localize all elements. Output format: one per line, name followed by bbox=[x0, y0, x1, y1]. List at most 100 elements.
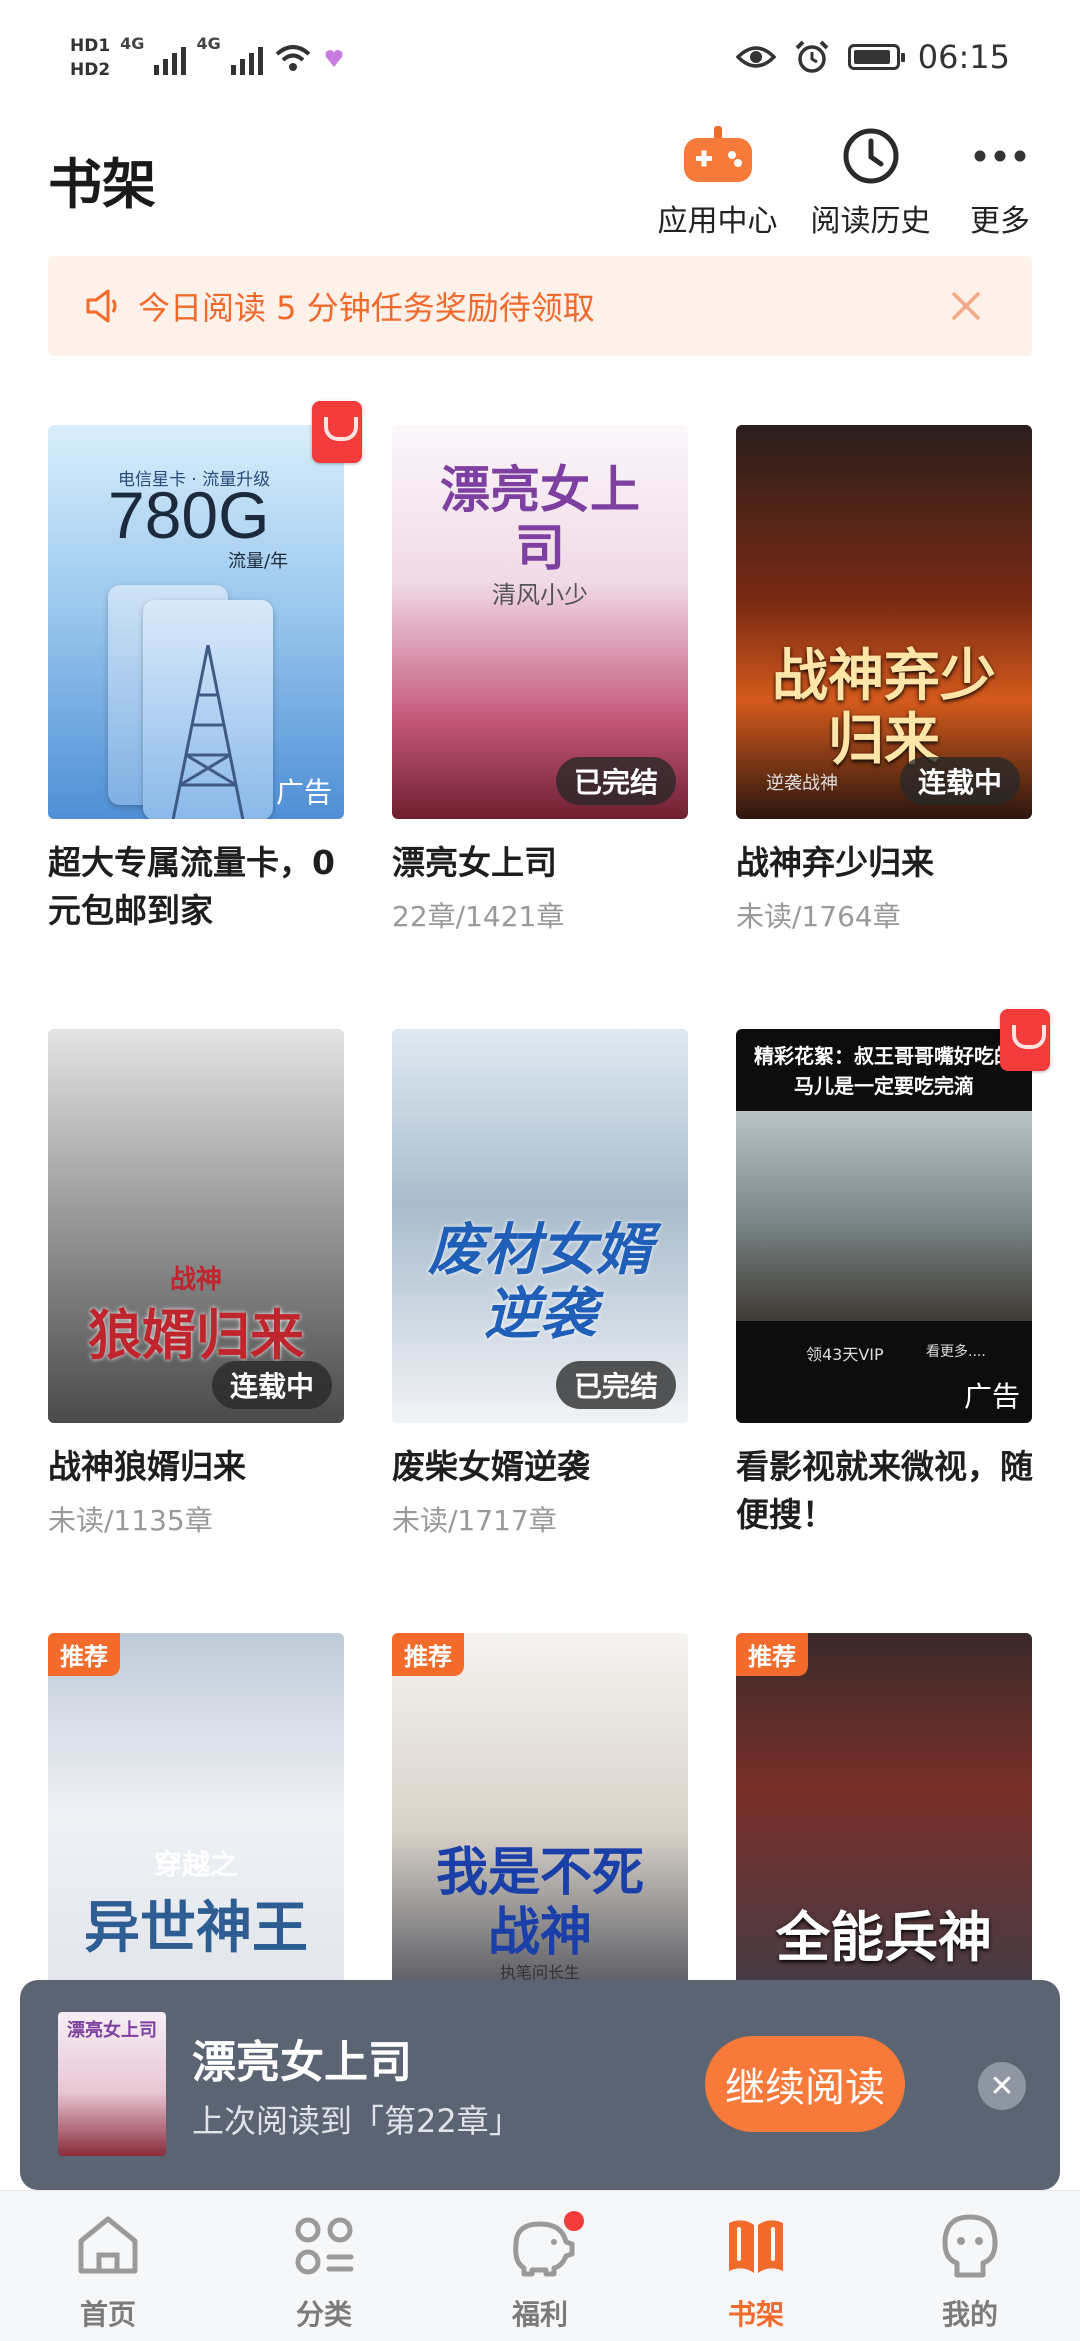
cover-subtext: 领43天VIP bbox=[806, 1345, 884, 1364]
gamepad-icon bbox=[683, 126, 752, 182]
category-icon bbox=[295, 2217, 354, 2275]
book-progress: 未读/1135章 bbox=[48, 1504, 213, 1537]
nav-label: 书架 bbox=[727, 2298, 784, 2331]
home-icon bbox=[78, 2216, 138, 2274]
cover-subtext: 逆袭战神 bbox=[766, 773, 838, 794]
cover-text: 780G bbox=[108, 478, 270, 552]
more-label: 更多 bbox=[970, 204, 1030, 239]
book-title: 看影视就来微视，随便搜！ bbox=[736, 1447, 1033, 1534]
book-cover[interactable]: 我是不死战神 执笔问长生 推荐 bbox=[392, 1633, 688, 2027]
hd1-label: HD1 bbox=[70, 36, 111, 56]
status-badge: 已完结 bbox=[555, 1361, 676, 1409]
recommended-badge: 推荐 bbox=[392, 1633, 464, 1676]
continue-reading-bar[interactable]: 漂亮女上司 漂亮女上司 上次阅读到「第22章」 继续阅读 ✕ bbox=[20, 1980, 1060, 2190]
cover-author: 清风小少 bbox=[492, 581, 588, 609]
tower-illustration bbox=[171, 645, 245, 819]
status-bar-right: 06:15 bbox=[735, 38, 1010, 76]
more-button[interactable]: 更多 bbox=[960, 120, 1040, 240]
nav-label: 首页 bbox=[79, 2298, 136, 2331]
book-cover[interactable]: 战神 狼婿归来 连载中 bbox=[48, 1029, 344, 1423]
signal-icon bbox=[154, 41, 187, 75]
reading-history-label: 阅读历史 bbox=[810, 204, 931, 239]
page-title: 书架 bbox=[48, 153, 156, 216]
cover-text: 漂亮女上司 bbox=[440, 461, 640, 577]
nav-item-bookshelf[interactable]: 书架 bbox=[686, 2205, 826, 2333]
book-progress: 未读/1764章 bbox=[736, 900, 901, 933]
video-frame-illustration bbox=[736, 1111, 1032, 1321]
nav-label: 福利 bbox=[511, 2298, 568, 2331]
continue-book-cover[interactable]: 漂亮女上司 bbox=[58, 2012, 166, 2156]
clock-icon bbox=[843, 128, 898, 184]
cover-text: 全能兵神 bbox=[776, 1906, 992, 1969]
recommended-badge: 推荐 bbox=[48, 1633, 120, 1676]
wifi-icon bbox=[275, 45, 311, 71]
nav-item-welfare[interactable]: 福利 bbox=[470, 2205, 610, 2333]
red-envelope-icon[interactable] bbox=[1000, 1009, 1050, 1071]
close-icon[interactable] bbox=[948, 288, 984, 324]
continue-book-progress: 上次阅读到「第22章」 bbox=[192, 2102, 521, 2140]
bookshelf-icon bbox=[729, 2220, 783, 2273]
cover-subtext: 穿越之 bbox=[153, 1848, 238, 1881]
cover-extra-text: 看更多.... bbox=[926, 1344, 986, 1360]
cover-text: 精彩花絮：叔王哥哥嘴好吃的马儿是一定要吃完滴 bbox=[754, 1044, 1014, 1098]
book-cover[interactable]: 废材女婿逆袭 已完结 bbox=[392, 1029, 688, 1423]
network-type-2: 4G bbox=[196, 34, 221, 53]
cover-text: 异世神王 bbox=[84, 1896, 308, 1961]
book-title: 超大专属流量卡，0元包邮到家 bbox=[48, 843, 335, 930]
notice-text: 今日阅读 5 分钟任务奖励待领取 bbox=[138, 289, 595, 327]
continue-reading-button[interactable]: 继续阅读 bbox=[705, 2036, 905, 2132]
reading-task-notice[interactable]: 今日阅读 5 分钟任务奖励待领取 bbox=[48, 256, 1032, 356]
app-center-button[interactable]: 应用中心 bbox=[655, 120, 780, 240]
book-cover[interactable]: 穿越之 异世神王 推荐 bbox=[48, 1633, 344, 2027]
ad-label: 广告 bbox=[963, 1380, 1020, 1413]
book-cover[interactable]: 电信星卡 · 流量升级 780G 流量/年 广告 bbox=[48, 425, 344, 819]
signal-icon bbox=[230, 41, 263, 75]
app-center-label: 应用中心 bbox=[657, 204, 778, 239]
eye-icon bbox=[735, 46, 776, 68]
continue-book-title: 漂亮女上司 bbox=[192, 2037, 412, 2088]
alarm-icon bbox=[795, 40, 829, 73]
book-title: 废柴女婿逆袭 bbox=[392, 1447, 590, 1486]
book-progress: 未读/1717章 bbox=[392, 1504, 557, 1537]
recommended-badge: 推荐 bbox=[736, 1633, 808, 1676]
app-notification-icon bbox=[325, 50, 343, 67]
red-envelope-icon[interactable] bbox=[312, 401, 362, 463]
cover-text: 废材女婿逆袭 bbox=[428, 1218, 652, 1347]
book-cover[interactable]: 精彩花絮：叔王哥哥嘴好吃的马儿是一定要吃完滴 领43天VIP 看更多.... 广… bbox=[736, 1029, 1032, 1423]
network-type-1: 4G bbox=[120, 34, 145, 53]
continue-cover-text: 漂亮女上司 bbox=[67, 2020, 157, 2041]
book-title: 漂亮女上司 bbox=[392, 843, 557, 882]
status-bar-left: HD1 HD2 4G 4G bbox=[70, 34, 345, 82]
cover-extra-text: 流量/年 bbox=[228, 551, 289, 572]
bottom-nav: 首页 分类 福利 书架 我的 bbox=[0, 2190, 1080, 2341]
speaker-icon bbox=[86, 289, 117, 323]
nav-label: 分类 bbox=[295, 2298, 352, 2331]
notification-dot bbox=[564, 2211, 584, 2231]
nav-item-profile[interactable]: 我的 bbox=[900, 2205, 1040, 2333]
more-dots-icon bbox=[974, 150, 1026, 162]
book-title: 战神狼婿归来 bbox=[48, 1447, 246, 1486]
book-title: 战神弃少归来 bbox=[736, 843, 934, 882]
status-badge: 连载中 bbox=[211, 1361, 332, 1409]
nav-item-home[interactable]: 首页 bbox=[38, 2205, 178, 2333]
book-cover[interactable]: 漂亮女上司 清风小少 已完结 bbox=[392, 425, 688, 819]
book-cover[interactable]: 战神弃少归来 逆袭战神 连载中 bbox=[736, 425, 1032, 819]
ad-label: 广告 bbox=[275, 776, 332, 809]
hd2-label: HD2 bbox=[70, 60, 111, 80]
cover-text: 我是不死战神 bbox=[435, 1843, 644, 1963]
status-badge: 已完结 bbox=[555, 757, 676, 805]
status-badge: 连载中 bbox=[899, 757, 1020, 805]
cover-text: 战神弃少归来 bbox=[772, 644, 996, 773]
book-cover[interactable]: 全能兵神 推荐 bbox=[736, 1633, 1032, 2027]
hd-indicator: HD1 HD2 bbox=[70, 34, 110, 82]
book-progress: 22章/1421章 bbox=[392, 900, 565, 933]
reading-history-button[interactable]: 阅读历史 bbox=[808, 120, 933, 240]
battery-icon bbox=[847, 44, 905, 70]
status-bar: HD1 HD2 4G 4G 06:15 bbox=[0, 0, 1080, 120]
profile-icon bbox=[942, 2214, 998, 2278]
close-icon[interactable]: ✕ bbox=[978, 2062, 1026, 2110]
clock-time: 06:15 bbox=[917, 38, 1010, 76]
nav-item-category[interactable]: 分类 bbox=[254, 2205, 394, 2333]
cover-text: 狼婿归来 bbox=[88, 1304, 304, 1367]
nav-label: 我的 bbox=[941, 2298, 998, 2331]
